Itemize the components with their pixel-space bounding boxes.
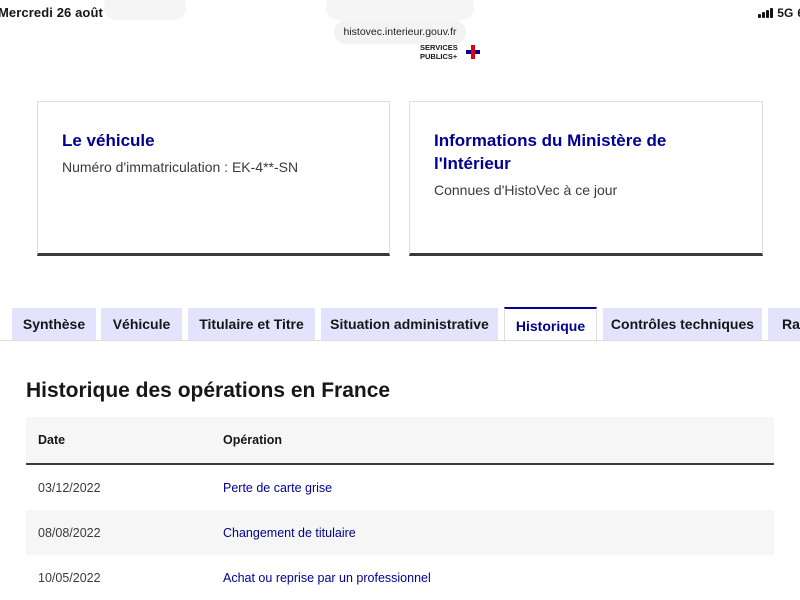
tab-titulaire-et-titre[interactable]: Titulaire et Titre bbox=[188, 308, 315, 340]
table-header-row: Date Opération bbox=[26, 417, 774, 465]
tab-rapport-partial[interactable]: Rap bbox=[768, 308, 800, 340]
column-header-date: Date bbox=[38, 433, 66, 447]
ghost-tab-pill bbox=[104, 0, 186, 20]
history-table: Date Opération 03/12/2022 Perte de carte… bbox=[26, 417, 774, 600]
tab-synthese[interactable]: Synthèse bbox=[12, 308, 96, 340]
ministry-card-title: Informations du Ministère de l'Intérieur bbox=[434, 131, 667, 173]
row-operation: Changement de titulaire bbox=[223, 525, 356, 540]
signal-strength-icon bbox=[758, 8, 774, 18]
ministry-card-subtitle: Connues d'HistoVec à ce jour bbox=[434, 182, 618, 198]
address-bar[interactable]: histovec.interieur.gouv.fr bbox=[334, 20, 466, 44]
history-section-title: Historique des opérations en France bbox=[26, 379, 391, 402]
plus-logo-icon bbox=[466, 45, 480, 59]
ministry-card: Informations du Ministère de l'Intérieur… bbox=[409, 101, 763, 256]
vehicle-card-title: Le véhicule bbox=[62, 131, 155, 150]
column-header-operation: Opération bbox=[223, 433, 283, 447]
row-date: 03/12/2022 bbox=[38, 480, 101, 495]
row-date: 08/08/2022 bbox=[38, 525, 101, 540]
row-operation: Achat ou reprise par un professionnel bbox=[223, 570, 431, 585]
table-row: 10/05/2022 Achat ou reprise par un profe… bbox=[26, 555, 774, 600]
services-publics-logo[interactable]: SERVICES PUBLICS+ bbox=[420, 43, 482, 64]
address-bar-url: histovec.interieur.gouv.fr bbox=[343, 26, 457, 38]
table-row: 03/12/2022 Perte de carte grise bbox=[26, 465, 774, 510]
tab-historique[interactable]: Historique bbox=[504, 307, 597, 342]
tab-situation-administrative[interactable]: Situation administrative bbox=[321, 308, 498, 340]
ghost-address-pill bbox=[326, 0, 474, 20]
row-operation: Perte de carte grise bbox=[223, 480, 333, 495]
row-date: 10/05/2022 bbox=[38, 570, 101, 585]
vehicle-registration-number: Numéro d'immatriculation : EK-4**-SN bbox=[62, 159, 299, 175]
tab-list: Synthèse Véhicule Titulaire et Titre Sit… bbox=[0, 307, 800, 342]
tab-controles-techniques[interactable]: Contrôles techniques bbox=[603, 308, 762, 340]
tab-vehicule[interactable]: Véhicule bbox=[101, 308, 182, 340]
status-time: Mercredi 26 août bbox=[0, 5, 103, 20]
vehicle-card: Le véhicule Numéro d'immatriculation : E… bbox=[37, 101, 390, 256]
network-type: 5G bbox=[777, 6, 794, 20]
logo-text: SERVICES PUBLICS+ bbox=[420, 43, 458, 61]
table-row: 08/08/2022 Changement de titulaire bbox=[26, 510, 774, 555]
status-indicators: 5G 6 bbox=[758, 6, 800, 20]
